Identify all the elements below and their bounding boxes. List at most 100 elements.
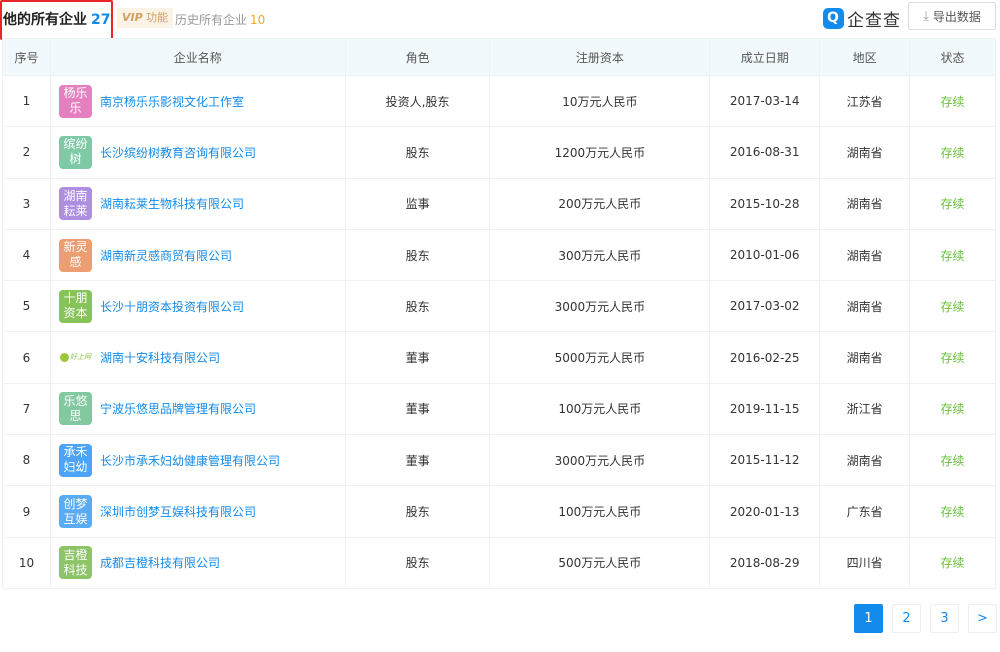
company-cell: 湖南耘莱 湖南耘莱生物科技有限公司	[49, 177, 346, 230]
company-link[interactable]: 宁波乐悠思品牌管理有限公司	[100, 400, 256, 417]
company-count: 27	[91, 12, 111, 28]
status-badge: 存续	[909, 382, 996, 436]
table-row: 6 好上网 湖南十安科技有限公司 董事 5000万元人民币 2016-02-25 …	[2, 331, 996, 384]
page-2-button[interactable]: 2	[892, 604, 921, 633]
role: 董事	[344, 331, 491, 384]
status-badge: 存续	[909, 177, 996, 230]
company-link[interactable]: 南京杨乐乐影视文化工作室	[100, 93, 244, 110]
company-cell: 杨乐乐 南京杨乐乐影视文化工作室	[49, 74, 346, 128]
pagination: 1 2 3 >	[854, 604, 997, 633]
history-count: 10	[250, 13, 266, 27]
role: 股东	[344, 228, 491, 282]
status-badge: 存续	[909, 126, 996, 179]
download-icon: ⤓	[923, 8, 929, 24]
capital: 3000万元人民币	[489, 280, 711, 333]
role: 董事	[344, 434, 491, 487]
capital: 100万元人民币	[489, 485, 711, 538]
row-number: 1	[2, 74, 51, 128]
region: 湖南省	[819, 126, 911, 179]
brand-logo: Q 企查查	[823, 6, 901, 31]
region: 湖南省	[819, 177, 911, 230]
company-link[interactable]: 湖南新灵感商贸有限公司	[100, 247, 232, 264]
company-link[interactable]: 湖南十安科技有限公司	[100, 349, 220, 366]
table-row: 3 湖南耘莱 湖南耘莱生物科技有限公司 监事 200万元人民币 2015-10-2…	[2, 177, 996, 230]
logo-mark	[59, 353, 69, 363]
table-row: 10 吉橙科技 成都吉橙科技有限公司 股东 500万元人民币 2018-08-29…	[2, 536, 996, 589]
col-no: 序号	[2, 38, 51, 76]
region: 江苏省	[819, 74, 911, 128]
role: 股东	[344, 536, 491, 589]
company-cell: 十朋资本 长沙十朋资本投资有限公司	[49, 280, 346, 333]
page-1-button[interactable]: 1	[854, 604, 883, 633]
header-bar: 他的所有企业 27 VIP 功能 历史所有企业 10 Q 企查查 ⤓ 导出数据	[0, 0, 1000, 40]
company-link[interactable]: 长沙十朋资本投资有限公司	[100, 298, 244, 315]
table-row: 9 创梦互娱 深圳市创梦互娱科技有限公司 股东 100万元人民币 2020-01-…	[2, 485, 996, 538]
company-cell: 缤纷树 长沙缤纷树教育咨询有限公司	[49, 126, 346, 179]
page-3-button[interactable]: 3	[930, 604, 959, 633]
col-role: 角色	[344, 38, 491, 76]
table-row: 1 杨乐乐 南京杨乐乐影视文化工作室 投资人,股东 10万元人民币 2017-03…	[2, 74, 996, 128]
company-link[interactable]: 长沙市承禾妇幼健康管理有限公司	[100, 452, 280, 469]
founded-date: 2010-01-06	[709, 228, 821, 282]
vip-badge[interactable]: VIP 功能	[117, 8, 174, 28]
row-number: 9	[2, 485, 51, 538]
table-row: 7 乐悠思 宁波乐悠思品牌管理有限公司 董事 100万元人民币 2019-11-1…	[2, 382, 996, 436]
table-header: 序号 企业名称 角色 注册资本 成立日期 地区 状态	[2, 38, 996, 76]
status-badge: 存续	[909, 280, 996, 333]
logo-text: 杨乐乐	[63, 86, 88, 116]
capital: 5000万元人民币	[489, 331, 711, 384]
next-page-button[interactable]: >	[968, 604, 997, 633]
logo-text: 缤纷树	[63, 137, 88, 167]
logo-text: 新灵感	[63, 240, 88, 270]
brand-icon: Q	[823, 8, 844, 29]
logo-text: 十朋资本	[63, 291, 88, 321]
company-cell: 创梦互娱 深圳市创梦互娱科技有限公司	[49, 485, 346, 538]
row-number: 6	[2, 331, 51, 384]
title-text: 他的所有企业	[3, 12, 87, 28]
status-badge: 存续	[909, 74, 996, 128]
status-badge: 存续	[909, 434, 996, 487]
col-date: 成立日期	[709, 38, 821, 76]
role: 监事	[344, 177, 491, 230]
logo-text: 乐悠思	[63, 393, 88, 423]
company-cell: 吉橙科技 成都吉橙科技有限公司	[49, 536, 346, 589]
brand-name: 企查查	[847, 11, 901, 31]
region: 四川省	[819, 536, 911, 589]
region: 广东省	[819, 485, 911, 538]
row-number: 2	[2, 126, 51, 179]
vip-label: VIP	[122, 11, 143, 24]
logo-text: 承禾妇幼	[63, 445, 88, 475]
company-logo: 承禾妇幼	[58, 443, 92, 477]
company-link[interactable]: 成都吉橙科技有限公司	[100, 554, 220, 571]
role: 股东	[344, 280, 491, 333]
company-cell: 好上网 湖南十安科技有限公司	[49, 331, 346, 384]
company-link[interactable]: 湖南耘莱生物科技有限公司	[100, 195, 244, 212]
company-logo: 创梦互娱	[58, 495, 92, 529]
row-number: 8	[2, 434, 51, 487]
logo-text: 好上网	[69, 353, 91, 362]
role: 投资人,股东	[344, 74, 491, 128]
vip-text: 功能	[146, 11, 169, 24]
founded-date: 2015-11-12	[709, 434, 821, 487]
company-logo: 杨乐乐	[58, 84, 92, 118]
history-tab[interactable]: 历史所有企业 10	[175, 11, 265, 28]
company-link[interactable]: 深圳市创梦互娱科技有限公司	[100, 503, 256, 520]
company-logo: 好上网	[58, 341, 92, 375]
company-table: 序号 企业名称 角色 注册资本 成立日期 地区 状态 1 杨乐乐 南京杨乐乐影视文…	[2, 38, 996, 589]
col-capital: 注册资本	[489, 38, 711, 76]
section-title[interactable]: 他的所有企业 27	[3, 9, 110, 29]
logo-text: 吉橙科技	[63, 547, 88, 577]
logo-text: 创梦互娱	[63, 496, 88, 526]
row-number: 4	[2, 228, 51, 282]
export-button[interactable]: ⤓ 导出数据	[908, 2, 996, 30]
table-row: 5 十朋资本 长沙十朋资本投资有限公司 股东 3000万元人民币 2017-03-…	[2, 280, 996, 333]
col-status: 状态	[909, 38, 996, 76]
company-logo: 乐悠思	[58, 392, 92, 426]
founded-date: 2016-08-31	[709, 126, 821, 179]
company-logo: 新灵感	[58, 238, 92, 272]
capital: 10万元人民币	[489, 74, 711, 128]
status-badge: 存续	[909, 331, 996, 384]
capital: 300万元人民币	[489, 228, 711, 282]
company-link[interactable]: 长沙缤纷树教育咨询有限公司	[100, 144, 256, 161]
role: 董事	[344, 382, 491, 436]
